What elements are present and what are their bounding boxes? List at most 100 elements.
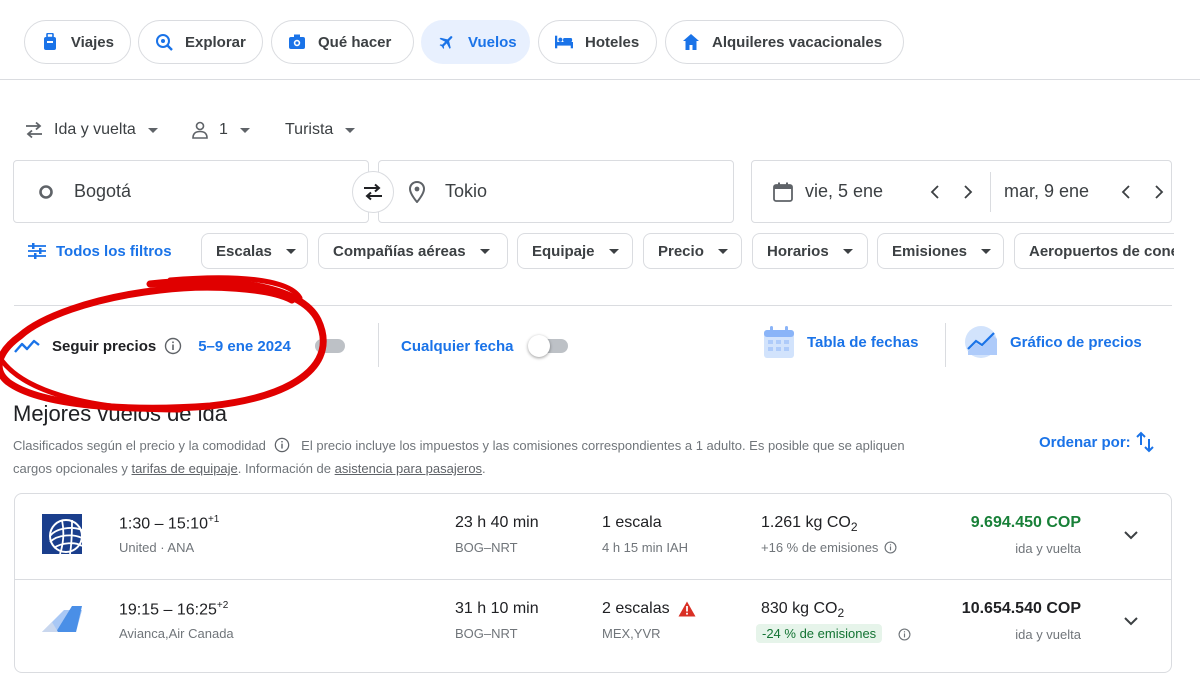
flight-price: 9.694.450 COP (970, 514, 1081, 531)
all-filters-button[interactable]: Todos los filtros (28, 233, 172, 269)
track-prices[interactable]: Seguir precios 5–9 ene 2024 (14, 330, 345, 362)
filter-label: Emisiones (892, 242, 968, 260)
any-date-toggle[interactable] (527, 335, 568, 357)
desc-text: El precio incluye los impuestos y las co… (301, 438, 905, 453)
price-graph-icon (964, 325, 998, 359)
destination-value: Tokio (445, 181, 488, 201)
filter-escalas[interactable]: Escalas (201, 233, 308, 269)
filter-precio[interactable]: Precio (643, 233, 742, 269)
all-filters-label: Todos los filtros (56, 242, 172, 260)
swap-arrows-icon (24, 121, 44, 139)
filter-bar: Todos los filtros Escalas Compañías aére… (0, 233, 1200, 269)
info-icon[interactable] (164, 337, 182, 355)
sort-label: Ordenar por: (1039, 433, 1131, 451)
day-offset: +1 (207, 514, 220, 525)
flight-row[interactable]: 1:30 – 15:10+1 United · ANA 23 h 40 min … (15, 494, 1171, 579)
info-icon[interactable] (898, 628, 911, 641)
track-toggle[interactable] (314, 339, 345, 353)
filter-horarios[interactable]: Horarios (752, 233, 868, 269)
co2-amount: 830 kg CO2 (761, 600, 844, 620)
co2-sub: 2 (850, 520, 858, 535)
filter-label: Precio (658, 242, 704, 260)
stop-detail: MEX,YVR (602, 626, 661, 641)
nav-viajes[interactable]: Viajes (24, 20, 131, 64)
flight-route: BOG–NRT (455, 626, 518, 641)
nav-hoteles[interactable]: Hoteles (538, 20, 657, 64)
nav-label: Hoteles (585, 33, 640, 51)
filter-label: Compañías aéreas (333, 242, 466, 260)
divider (14, 305, 1172, 306)
flight-results: 1:30 – 15:10+1 United · ANA 23 h 40 min … (14, 493, 1172, 673)
filter-label: Escalas (216, 242, 272, 260)
any-date-track[interactable]: Cualquier fecha (401, 330, 568, 362)
warning-icon[interactable] (678, 601, 696, 617)
filter-equipaje[interactable]: Equipaje (517, 233, 633, 269)
section-title: Mejores vuelos de ida (13, 401, 228, 426)
calendar-icon (773, 182, 793, 202)
avianca-logo (42, 602, 84, 641)
return-date[interactable]: mar, 9 ene (1004, 181, 1114, 202)
origin-field[interactable]: Bogotá (13, 160, 369, 223)
trending-icon (14, 338, 40, 354)
info-icon[interactable] (274, 437, 290, 453)
date-grid-button[interactable]: Tabla de fechas (763, 326, 918, 358)
trip-type-value: Ida y vuelta (54, 121, 136, 138)
depart-date[interactable]: vie, 5 ene (805, 181, 923, 202)
chevron-right-icon[interactable] (956, 180, 980, 204)
desc-text: Clasificados según el precio y la comodi… (13, 438, 266, 453)
passengers-select[interactable]: 1 (191, 118, 250, 142)
destination-field[interactable]: Tokio (378, 160, 734, 223)
nav-que-hacer[interactable]: Qué hacer (271, 20, 414, 64)
airplane-icon (438, 33, 456, 51)
track-dates: 5–9 ene 2024 (198, 337, 291, 355)
cabin-select[interactable]: Turista (285, 118, 356, 142)
flight-duration: 31 h 10 min (455, 600, 539, 617)
sort-icon (1135, 431, 1155, 453)
filter-aeropuertos[interactable]: Aeropuertos de conexión (1014, 233, 1174, 269)
stops-text: 2 escalas (602, 600, 670, 617)
expand-chevron-icon[interactable] (1119, 523, 1143, 547)
desc-text: . Información de (237, 461, 331, 476)
location-pin-icon (409, 180, 425, 203)
baggage-fees-link[interactable]: tarifas de equipaje (132, 461, 238, 476)
chevron-down-icon (981, 248, 992, 254)
filter-label: Aeropuertos de conexión (1029, 242, 1174, 260)
co2-amount: 1.261 kg CO2 (761, 514, 858, 534)
tune-icon (28, 243, 46, 259)
explore-icon (155, 33, 173, 51)
filter-emisiones[interactable]: Emisiones (877, 233, 1004, 269)
co2-sub: 2 (837, 606, 845, 621)
chevron-down-icon (717, 248, 728, 254)
desc-text: . (482, 461, 486, 476)
camera-icon (288, 33, 306, 51)
filter-companias[interactable]: Compañías aéreas (318, 233, 508, 269)
flight-times-text: 1:30 – 15:10 (119, 515, 208, 533)
flight-times-text: 19:15 – 16:25 (119, 601, 217, 619)
nav-vuelos[interactable]: Vuelos (421, 20, 530, 64)
flight-row[interactable]: 19:15 – 16:25+2 Avianca,Air Canada 31 h … (15, 579, 1171, 664)
chevron-right-icon[interactable] (1147, 180, 1171, 204)
trip-type-select[interactable]: Ida y vuelta (24, 118, 158, 142)
price-graph-label: Gráfico de precios (1010, 333, 1142, 351)
chevron-left-icon[interactable] (1114, 180, 1138, 204)
passenger-assistance-link[interactable]: asistencia para pasajeros (335, 461, 482, 476)
nav-alquileres[interactable]: Alquileres vacacionales (665, 20, 904, 64)
airline-names: Avianca,Air Canada (119, 626, 234, 641)
origin-circle-icon (38, 184, 54, 200)
house-icon (682, 33, 700, 51)
filter-label: Horarios (767, 242, 829, 260)
chevron-down-icon (239, 127, 250, 133)
price-note: ida y vuelta (1015, 627, 1081, 642)
swap-locations-button[interactable] (352, 171, 394, 213)
sort-button[interactable]: Ordenar por: (1039, 431, 1155, 453)
info-icon[interactable] (884, 541, 897, 554)
chevron-left-icon[interactable] (923, 180, 947, 204)
nav-label: Alquileres vacacionales (712, 33, 883, 51)
expand-chevron-icon[interactable] (1119, 609, 1143, 633)
nav-explorar[interactable]: Explorar (138, 20, 263, 64)
chevron-down-icon (345, 127, 356, 133)
nav-label: Explorar (185, 33, 246, 51)
chevron-down-icon (479, 248, 490, 254)
date-grid-label: Tabla de fechas (807, 333, 919, 351)
price-graph-button[interactable]: Gráfico de precios (964, 326, 1142, 358)
